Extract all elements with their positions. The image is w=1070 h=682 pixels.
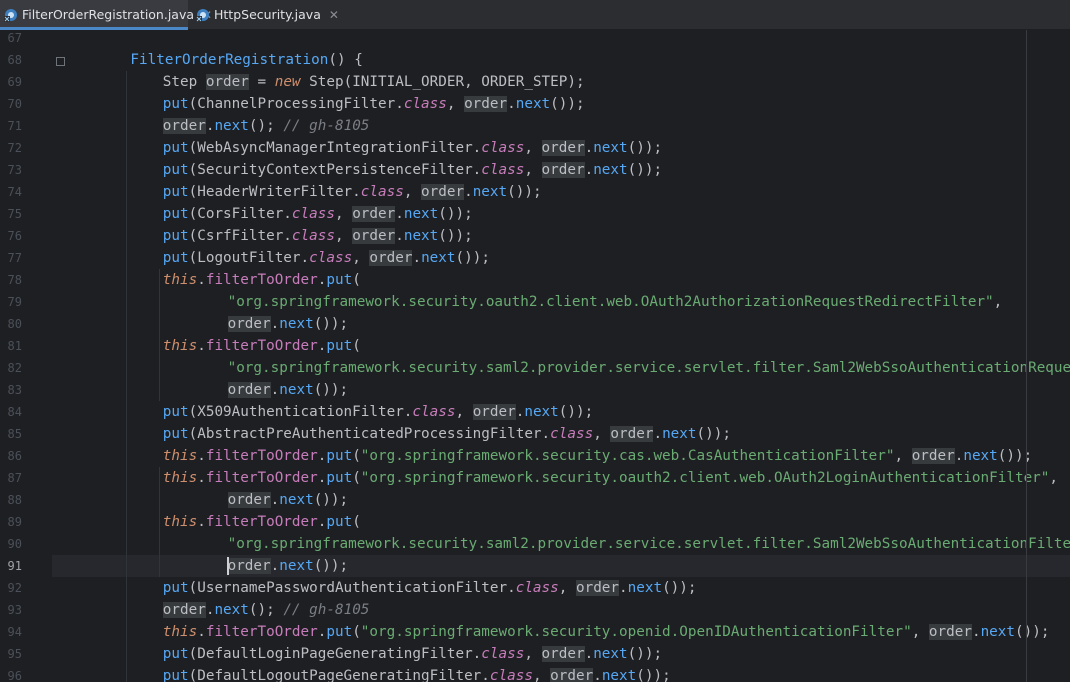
line-number: 90: [7, 537, 22, 551]
code-line: "org.springframework.security.oauth2.cli…: [227, 294, 1003, 310]
code-line: put(WebAsyncManagerIntegrationFilter.cla…: [162, 140, 663, 156]
close-icon[interactable]: ✕: [329, 8, 339, 22]
code-line: "org.springframework.security.saml2.prov…: [227, 536, 1070, 552]
code-line: this.filterToOrder.put(: [162, 338, 361, 354]
code-area[interactable]: FilterOrderRegistration() { Step order = …: [72, 30, 1070, 682]
code-line: this.filterToOrder.put(: [162, 514, 361, 530]
code-line: put(HeaderWriterFilter.class, order.next…: [162, 184, 542, 200]
code-line: put(DefaultLogoutPageGeneratingFilter.cl…: [162, 668, 671, 682]
code-line: put(UsernamePasswordAuthenticationFilter…: [162, 580, 697, 596]
code-line: put(DefaultLoginPageGeneratingFilter.cla…: [162, 646, 663, 662]
code-line: put(SecurityContextPersistenceFilter.cla…: [162, 162, 663, 178]
code-line: order.next(); // gh-8105: [162, 602, 370, 618]
code-line: put(X509AuthenticationFilter.class, orde…: [162, 404, 594, 420]
code-line: put(ChannelProcessingFilter.class, order…: [162, 96, 585, 112]
code-line: order.next());: [227, 316, 349, 332]
line-number: 72: [7, 141, 22, 155]
tab-http-security[interactable]: HttpSecurity.java ✕: [192, 0, 339, 29]
line-number-gutter: 67 68 69 70 71 72 73 74 75 76 77 78 79 80 81 82 83 84 85 86…: [0, 30, 52, 682]
editor-tab-bar: FilterOrderRegistration.java ✕ HttpSecur…: [0, 0, 1070, 30]
line-number: 82: [7, 361, 22, 375]
line-number: 83: [7, 383, 22, 397]
right-margin-guide: [1026, 30, 1027, 682]
line-number: 96: [7, 669, 22, 682]
tab-filter-order-registration[interactable]: FilterOrderRegistration.java ✕: [0, 0, 212, 30]
tab-label: HttpSecurity.java: [214, 7, 321, 22]
text-caret: [226, 557, 229, 575]
line-number: 68: [7, 53, 22, 67]
line-number: 77: [7, 251, 22, 265]
code-line: order.next());: [227, 558, 349, 574]
java-class-icon: [196, 8, 210, 22]
indent-guide: [158, 511, 160, 577]
line-number: 89: [7, 515, 22, 529]
line-number: 73: [7, 163, 22, 177]
line-number: 78: [7, 273, 22, 287]
code-line: order.next());: [227, 382, 349, 398]
line-number: 80: [7, 317, 22, 331]
line-number: 70: [7, 97, 22, 111]
code-line: put(LogoutFilter.class, order.next());: [162, 250, 490, 266]
code-line: put(CorsFilter.class, order.next());: [162, 206, 473, 222]
code-line: "org.springframework.security.saml2.prov…: [227, 360, 1070, 376]
line-number: 94: [7, 625, 22, 639]
line-number: 84: [7, 405, 22, 419]
line-number: 85: [7, 427, 22, 441]
line-number: 93: [7, 603, 22, 617]
line-number: 76: [7, 229, 22, 243]
line-number: 74: [7, 185, 22, 199]
code-line: put(CsrfFilter.class, order.next());: [162, 228, 473, 244]
indent-guide: [158, 269, 160, 335]
tab-label: FilterOrderRegistration.java: [22, 7, 195, 22]
java-class-icon: [4, 8, 18, 22]
indent-guide: [158, 467, 160, 511]
line-number: 75: [7, 207, 22, 221]
code-line: order.next(); // gh-8105: [162, 118, 370, 134]
code-line: this.filterToOrder.put(: [162, 272, 361, 288]
line-number: 71: [7, 119, 22, 133]
indent-guide: [158, 335, 160, 401]
code-line: this.filterToOrder.put("org.springframew…: [162, 448, 1033, 464]
fold-gutter: [52, 30, 72, 682]
line-number: 69: [7, 75, 22, 89]
code-line: this.filterToOrder.put("org.springframew…: [162, 624, 1050, 640]
line-number: 91: [7, 559, 22, 573]
line-number: 81: [7, 339, 22, 353]
code-editor[interactable]: 67 68 69 70 71 72 73 74 75 76 77 78 79 80 81 82 83 84 85 86…: [0, 30, 1070, 682]
code-line: FilterOrderRegistration() {: [130, 52, 363, 68]
line-number: 92: [7, 581, 22, 595]
code-line: this.filterToOrder.put("org.springframew…: [162, 470, 1059, 486]
line-number: 95: [7, 647, 22, 661]
line-number: 87: [7, 471, 22, 485]
indent-guide: [126, 71, 128, 682]
code-line: put(AbstractPreAuthenticatedProcessingFi…: [162, 426, 731, 442]
line-number: 79: [7, 295, 22, 309]
code-line: Step order = new Step(INITIAL_ORDER, ORD…: [162, 74, 585, 90]
line-number: 88: [7, 493, 22, 507]
code-line: order.next());: [227, 492, 349, 508]
line-number: 86: [7, 449, 22, 463]
line-number: 67: [7, 31, 22, 45]
fold-collapse-icon[interactable]: [56, 57, 65, 66]
